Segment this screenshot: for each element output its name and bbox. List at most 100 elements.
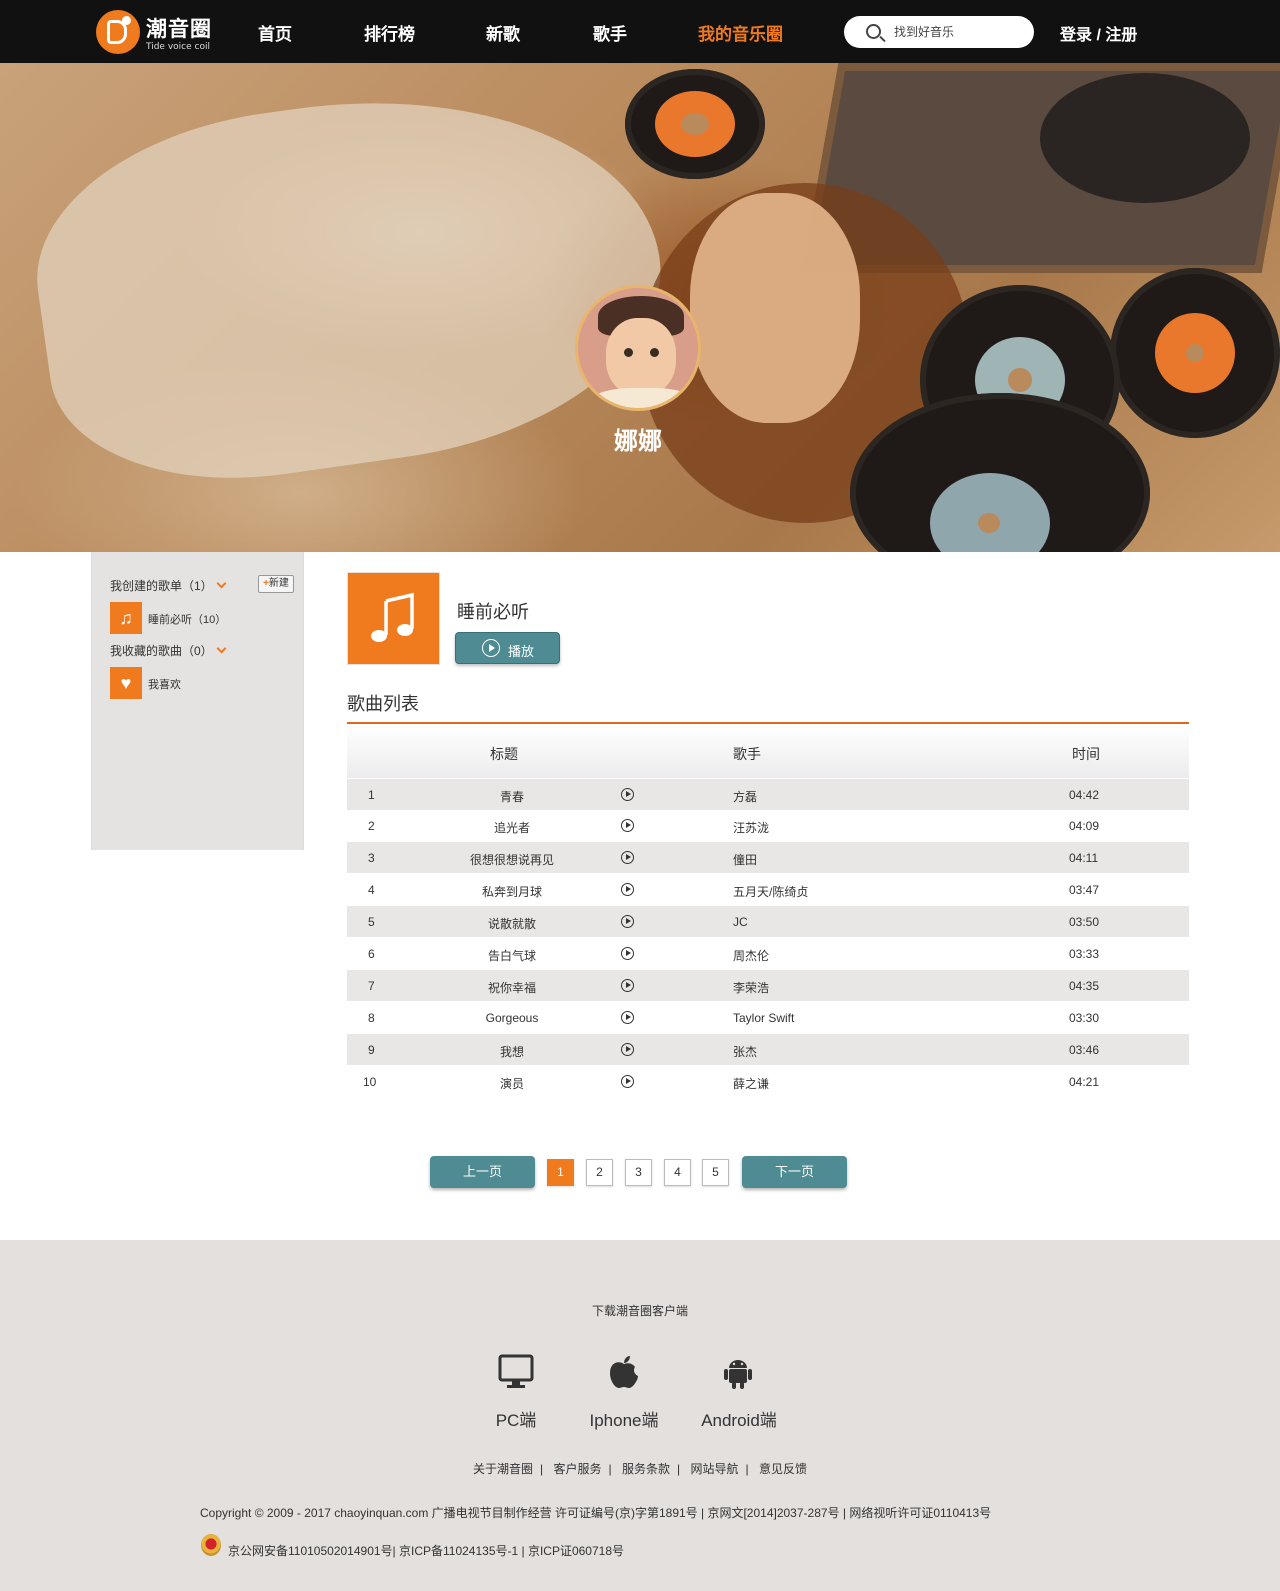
song-artist[interactable]: 张杰: [733, 1043, 757, 1060]
table-row[interactable]: 4 私奔到月球 五月天/陈绮贞 03:47: [347, 874, 1189, 905]
table-row[interactable]: 6 告白气球 周杰伦 03:33: [347, 938, 1189, 969]
song-artist[interactable]: 五月天/陈绮贞: [733, 883, 808, 900]
page-4[interactable]: 4: [664, 1159, 691, 1186]
footer-link-terms[interactable]: 服务条款: [622, 1462, 670, 1476]
table-row[interactable]: 1 青春 方磊 04:42: [347, 779, 1189, 810]
nav-home[interactable]: 首页: [258, 20, 292, 45]
table-row[interactable]: 5 说散就散 JC 03:50: [347, 906, 1189, 937]
song-artist[interactable]: 李荣浩: [733, 979, 769, 996]
nav-my-music[interactable]: 我的音乐圈: [698, 20, 783, 45]
sidebar-item-favorites[interactable]: ♥ 我喜欢: [110, 667, 290, 699]
footer-links: 关于潮音圈 | 客户服务 | 服务条款 | 网站导航 | 意见反馈: [473, 1462, 807, 1476]
play-icon[interactable]: [621, 979, 634, 992]
song-number: 8: [368, 1011, 375, 1025]
footer-link-about[interactable]: 关于潮音圈: [473, 1462, 533, 1476]
song-title[interactable]: 祝你幸福: [432, 979, 592, 996]
footer-link-sitemap[interactable]: 网站导航: [690, 1462, 738, 1476]
search-icon[interactable]: [866, 24, 881, 39]
play-icon[interactable]: [621, 819, 634, 832]
client-iphone-label[interactable]: Iphone端: [564, 1406, 684, 1431]
song-list-title: 歌曲列表: [347, 694, 419, 714]
table-row[interactable]: 2 追光者 汪苏泷 04:09: [347, 810, 1189, 841]
icp-text: 京公网安备11010502014901号| 京ICP备11024135号-1 |…: [228, 1544, 625, 1558]
play-icon[interactable]: [621, 1075, 634, 1088]
song-duration: 03:33: [1069, 947, 1100, 961]
page-2[interactable]: 2: [586, 1159, 613, 1186]
footer-link-feedback[interactable]: 意见反馈: [759, 1462, 807, 1476]
play-all-button[interactable]: 播放: [455, 632, 560, 664]
song-title[interactable]: Gorgeous: [432, 1011, 592, 1025]
page-3[interactable]: 3: [625, 1159, 652, 1186]
play-icon[interactable]: [621, 883, 634, 896]
new-playlist-label: 新建: [268, 578, 289, 589]
table-row[interactable]: 3 很想很想说再见 僮田 04:11: [347, 842, 1189, 873]
song-duration: 03:47: [1069, 883, 1100, 897]
song-title[interactable]: 私奔到月球: [432, 883, 592, 900]
song-artist[interactable]: 僮田: [733, 851, 757, 868]
table-row[interactable]: 9 我想 张杰 03:46: [347, 1034, 1189, 1065]
search-input[interactable]: [894, 23, 1024, 41]
login-register-link[interactable]: 登录 / 注册: [1060, 21, 1137, 45]
sidebar-item-playlist[interactable]: ♫ 睡前必听（10）: [110, 602, 290, 634]
user-avatar[interactable]: [575, 285, 701, 411]
play-icon[interactable]: [621, 915, 634, 928]
song-title[interactable]: 追光者: [432, 819, 592, 836]
search-box[interactable]: [844, 16, 1034, 48]
play-icon[interactable]: [621, 1043, 634, 1056]
music-note-icon: ♫: [110, 602, 142, 634]
song-title[interactable]: 青春: [432, 788, 592, 805]
column-artist: 歌手: [733, 746, 761, 762]
android-icon[interactable]: [718, 1352, 758, 1392]
table-row[interactable]: 10 演员 薛之谦 04:21: [347, 1066, 1189, 1097]
song-artist[interactable]: 方磊: [733, 788, 757, 805]
song-artist[interactable]: JC: [733, 915, 748, 929]
client-android-label[interactable]: Android端: [679, 1406, 799, 1431]
song-title[interactable]: 我想: [432, 1043, 592, 1060]
play-icon[interactable]: [621, 947, 634, 960]
song-artist[interactable]: 薛之谦: [733, 1075, 769, 1092]
song-artist[interactable]: 汪苏泷: [733, 819, 769, 836]
prev-page-button[interactable]: 上一页: [430, 1156, 535, 1188]
chevron-down-icon[interactable]: [216, 643, 227, 654]
created-playlists-label: 我创建的歌单（1）: [110, 579, 213, 593]
nav-charts[interactable]: 排行榜: [364, 20, 415, 45]
nav-singers[interactable]: 歌手: [593, 20, 627, 45]
play-icon[interactable]: [621, 788, 634, 801]
song-number: 7: [368, 979, 375, 993]
song-artist[interactable]: Taylor Swift: [733, 1011, 794, 1025]
song-title[interactable]: 很想很想说再见: [432, 851, 592, 868]
table-row[interactable]: 8 Gorgeous Taylor Swift 03:30: [347, 1002, 1189, 1033]
download-client-label: 下载潮音圈客户端: [591, 1304, 688, 1318]
footer: 下载潮音圈客户端 PC端 Iphone端 Android端 关于潮音圈 | 客户服…: [0, 1240, 1280, 1591]
playlist-cover: [347, 572, 440, 665]
created-playlists-header[interactable]: 我创建的歌单（1）: [110, 577, 227, 594]
next-page-button[interactable]: 下一页: [742, 1156, 847, 1188]
apple-icon[interactable]: [604, 1352, 644, 1392]
page-1[interactable]: 1: [547, 1159, 574, 1186]
monitor-icon[interactable]: [496, 1352, 536, 1392]
song-title[interactable]: 告白气球: [432, 947, 592, 964]
logo-icon[interactable]: [96, 10, 140, 54]
collected-songs-header[interactable]: 我收藏的歌曲（0）: [110, 642, 227, 659]
username: 娜娜: [614, 428, 662, 455]
playlist-title: 睡前必听: [457, 602, 529, 622]
logo-text[interactable]: 潮音圈: [146, 13, 212, 43]
table-row[interactable]: 7 祝你幸福 李荣浩 04:35: [347, 970, 1189, 1001]
client-pc-label[interactable]: PC端: [456, 1406, 576, 1431]
song-duration: 04:11: [1069, 851, 1099, 865]
song-title[interactable]: 说散就散: [432, 915, 592, 932]
song-number: 6: [368, 947, 375, 961]
song-title[interactable]: 演员: [432, 1075, 592, 1092]
nav-new-songs[interactable]: 新歌: [486, 20, 520, 45]
play-icon[interactable]: [621, 851, 634, 864]
play-icon: [482, 639, 500, 657]
new-playlist-button[interactable]: +新建: [258, 575, 294, 593]
song-artist[interactable]: 周杰伦: [733, 947, 769, 964]
top-navbar: 潮音圈 Tide voice coil 首页 排行榜 新歌 歌手 我的音乐圈 登…: [0, 0, 1280, 63]
music-note-icon: [370, 592, 414, 642]
play-icon[interactable]: [621, 1011, 634, 1024]
footer-link-service[interactable]: 客户服务: [554, 1462, 602, 1476]
chevron-down-icon[interactable]: [216, 578, 227, 589]
song-duration: 04:42: [1069, 788, 1100, 802]
page-5[interactable]: 5: [702, 1159, 729, 1186]
